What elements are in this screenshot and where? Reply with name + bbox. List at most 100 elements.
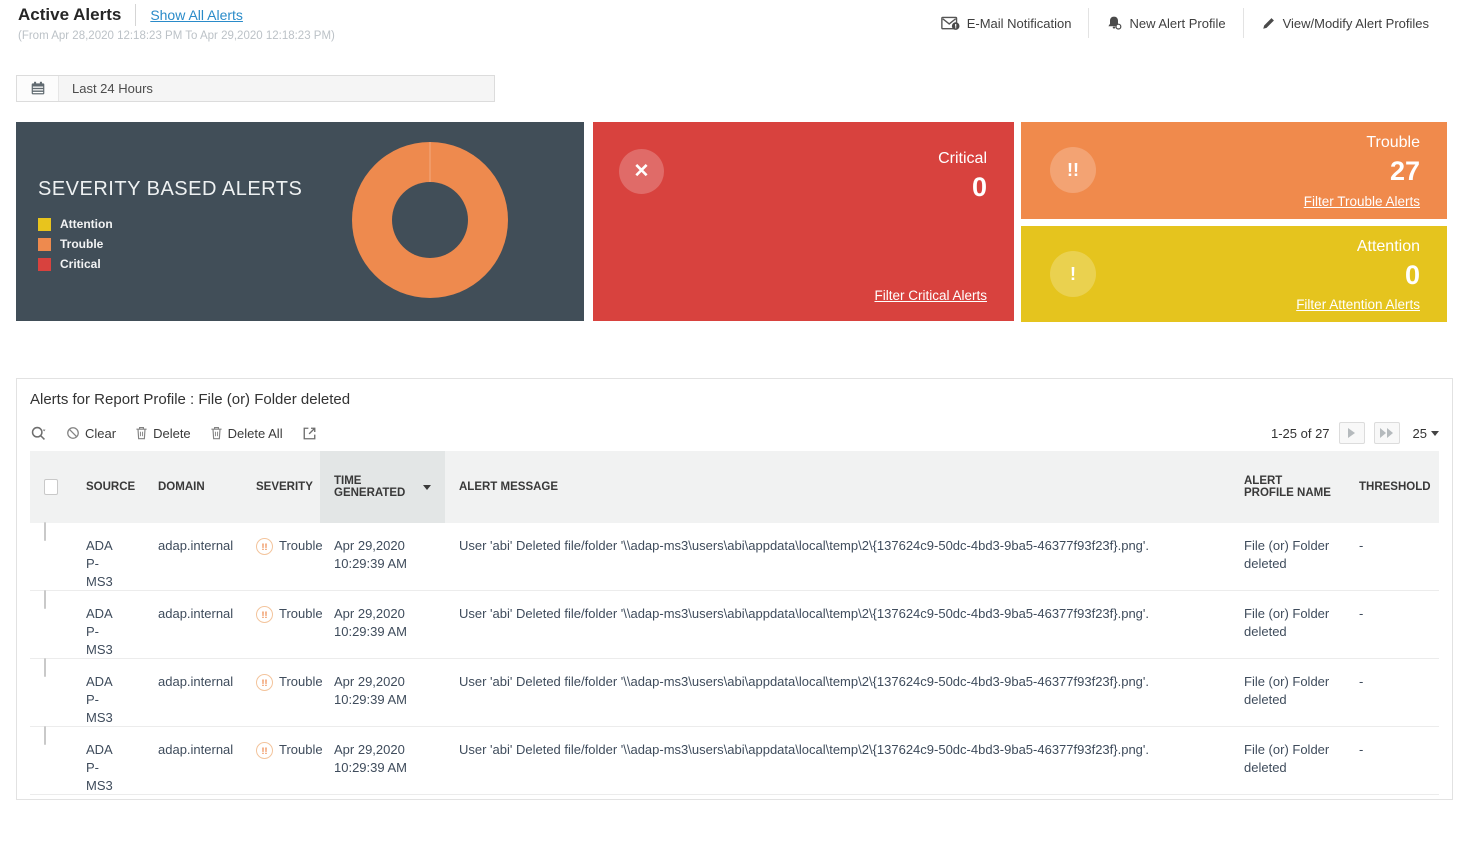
legend-label: Critical (60, 257, 101, 271)
next-page-button[interactable] (1339, 422, 1365, 444)
trash-icon (210, 426, 223, 440)
column-search-button[interactable] (30, 425, 47, 442)
show-all-alerts-link[interactable]: Show All Alerts (150, 7, 243, 23)
delete-button[interactable]: Delete (135, 426, 191, 441)
column-header-domain[interactable]: DOMAIN (144, 451, 242, 523)
critical-x-icon: ✕ (619, 149, 664, 194)
delete-all-button[interactable]: Delete All (210, 426, 283, 441)
trouble-label: Trouble (1366, 134, 1420, 152)
legend-label: Trouble (60, 237, 103, 251)
last-page-button[interactable] (1374, 422, 1400, 444)
severity-cell: !! Trouble (242, 659, 320, 727)
filter-trouble-alerts-link[interactable]: Filter Trouble Alerts (1304, 194, 1420, 209)
column-header-alert-message[interactable]: ALERT MESSAGE (445, 451, 1230, 523)
period-value: Last 24 Hours (59, 76, 153, 101)
column-header-time-generated[interactable]: TIME GENERATED (320, 451, 445, 523)
donut-segment-edge (429, 142, 431, 182)
filter-critical-alerts-link[interactable]: Filter Critical Alerts (874, 288, 987, 303)
search-icon (30, 425, 47, 442)
trouble-card: !! Trouble 27 Filter Trouble Alerts (1021, 122, 1447, 219)
column-header-threshold[interactable]: THRESHOLD (1345, 451, 1439, 523)
table-row: ADAP-MS3 adap.internal !! Trouble Apr 29… (30, 591, 1439, 659)
row-checkbox-cell (30, 727, 72, 795)
row-checkbox[interactable] (44, 658, 46, 677)
alert-message-cell: User 'abi' Deleted file/folder '\\adap-m… (445, 523, 1230, 591)
critical-swatch (38, 258, 51, 271)
time-date: Apr 29,2020 (334, 741, 431, 759)
export-button[interactable] (302, 426, 317, 441)
column-header-alert-profile-name[interactable]: ALERT PROFILE NAME (1230, 451, 1345, 523)
header-checkbox-cell (30, 451, 72, 523)
threshold-cell: - (1345, 523, 1439, 591)
row-checkbox[interactable] (44, 590, 46, 609)
last-page-icon (1380, 428, 1393, 438)
time-generated-label: TIME GENERATED (334, 475, 417, 499)
critical-card: ✕ Critical 0 Filter Critical Alerts (593, 122, 1014, 321)
clear-button[interactable]: Clear (66, 426, 116, 441)
table-row: ADAP-MS3 adap.internal !! Trouble Apr 29… (30, 659, 1439, 727)
new-alert-profile-button[interactable]: New Alert Profile (1089, 15, 1242, 31)
pagination: 1-25 of 27 25 (1271, 422, 1439, 444)
active-alerts-screen: Active Alerts Show All Alerts (From Apr … (0, 0, 1460, 855)
domain-cell: adap.internal (144, 591, 242, 659)
email-notification-icon (941, 16, 960, 31)
critical-label: Critical (938, 150, 987, 168)
trash-icon (135, 426, 148, 440)
row-checkbox[interactable] (44, 726, 46, 745)
table-body: ADAP-MS3 adap.internal !! Trouble Apr 29… (30, 523, 1439, 795)
table-header-row: SOURCE DOMAIN SEVERITY TIME GENERATED AL… (30, 451, 1439, 523)
time-time: 10:29:39 AM (334, 623, 431, 641)
page-size-dropdown[interactable]: 25 (1413, 426, 1439, 441)
page-header: Active Alerts Show All Alerts (From Apr … (18, 4, 335, 42)
filter-attention-alerts-link[interactable]: Filter Attention Alerts (1296, 297, 1420, 312)
trouble-severity-icon: !! (256, 742, 273, 759)
column-header-source[interactable]: SOURCE (72, 451, 144, 523)
view-modify-alert-profiles-button[interactable]: View/Modify Alert Profiles (1244, 16, 1446, 31)
date-range-text: (From Apr 28,2020 12:18:23 PM To Apr 29,… (18, 30, 335, 42)
source-cell: ADAP-MS3 (72, 591, 132, 659)
table-row: ADAP-MS3 adap.internal !! Trouble Apr 29… (30, 523, 1439, 591)
new-alert-profile-label: New Alert Profile (1129, 16, 1225, 31)
severity-text: Trouble (279, 673, 323, 691)
row-checkbox-cell (30, 659, 72, 727)
legend-item-trouble: Trouble (38, 234, 113, 254)
attention-swatch (38, 218, 51, 231)
select-all-checkbox[interactable] (44, 479, 58, 495)
alert-message-cell: User 'abi' Deleted file/folder '\\adap-m… (445, 727, 1230, 795)
table-row: ADAP-MS3 adap.internal !! Trouble Apr 29… (30, 727, 1439, 795)
period-selector[interactable]: Last 24 Hours (16, 75, 495, 102)
alerts-table-card: Alerts for Report Profile : File (or) Fo… (16, 378, 1453, 800)
row-checkbox[interactable] (44, 522, 46, 541)
domain-cell: adap.internal (144, 659, 242, 727)
time-time: 10:29:39 AM (334, 691, 431, 709)
severity-text: Trouble (279, 605, 323, 623)
severity-chart-title: SEVERITY BASED ALERTS (38, 178, 302, 201)
severity-cell: !! Trouble (242, 727, 320, 795)
chevron-down-icon (1431, 431, 1439, 436)
domain-cell: adap.internal (144, 727, 242, 795)
email-notification-label: E-Mail Notification (967, 16, 1072, 31)
alerts-table-title: Alerts for Report Profile : File (or) Fo… (30, 391, 1452, 408)
alerts-table: SOURCE DOMAIN SEVERITY TIME GENERATED AL… (30, 451, 1439, 795)
domain-cell: adap.internal (144, 523, 242, 591)
new-alert-profile-icon (1106, 15, 1122, 31)
severity-chart-panel: SEVERITY BASED ALERTS Attention Trouble … (16, 122, 584, 321)
clear-label: Clear (85, 426, 116, 441)
alert-profile-name-cell: File (or) Folder deleted (1230, 659, 1345, 727)
threshold-cell: - (1345, 591, 1439, 659)
clear-slash-circle-icon (66, 426, 80, 440)
column-header-severity[interactable]: SEVERITY (242, 451, 320, 523)
edit-pencil-icon (1261, 16, 1276, 31)
legend-item-attention: Attention (38, 214, 113, 234)
severity-text: Trouble (279, 741, 323, 759)
legend-label: Attention (60, 217, 113, 231)
severity-cell: !! Trouble (242, 591, 320, 659)
header-actions: E-Mail Notification New Alert Profile Vi… (924, 8, 1446, 38)
title-divider (135, 4, 136, 26)
time-time: 10:29:39 AM (334, 555, 431, 573)
time-time: 10:29:39 AM (334, 759, 431, 777)
email-notification-button[interactable]: E-Mail Notification (924, 16, 1089, 31)
attention-label: Attention (1357, 238, 1420, 256)
row-checkbox-cell (30, 523, 72, 591)
calendar-icon (17, 76, 59, 101)
